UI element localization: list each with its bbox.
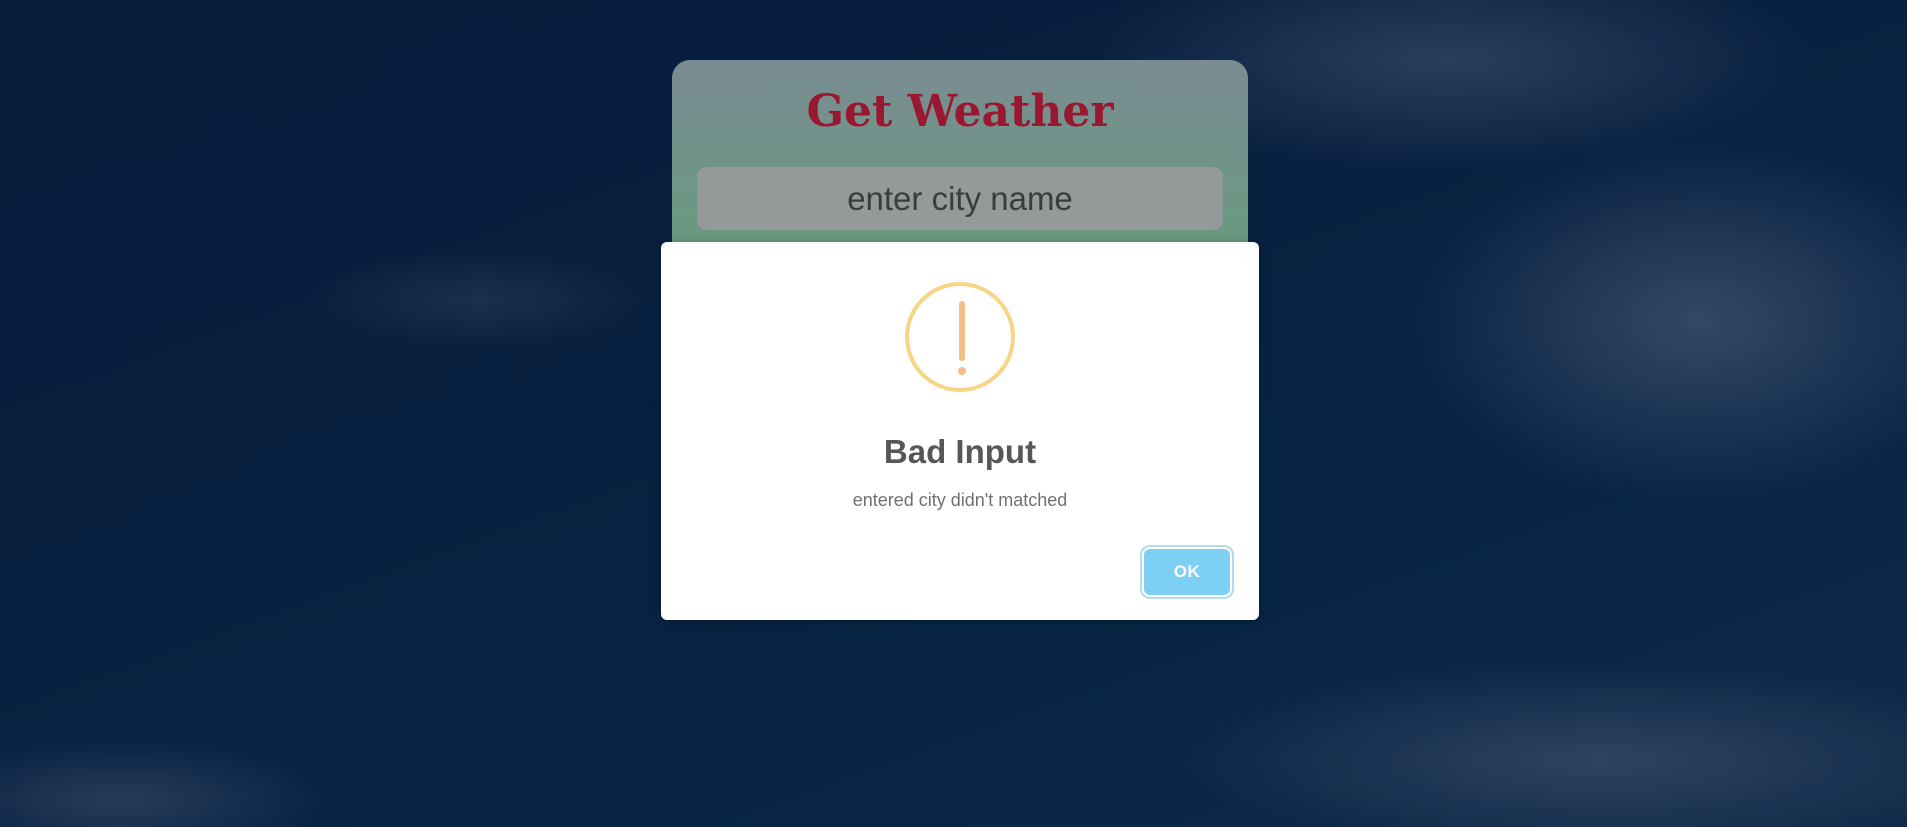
warning-exclamation-dot: [958, 367, 966, 375]
alert-dialog: Bad Input entered city didn't matched OK: [661, 242, 1259, 620]
city-search-input[interactable]: [697, 167, 1223, 230]
ok-button[interactable]: OK: [1144, 549, 1230, 595]
alert-message: entered city didn't matched: [852, 490, 1068, 510]
warning-icon: [905, 282, 1015, 392]
warning-exclamation-bar: [959, 301, 965, 361]
alert-title: Bad Input: [883, 433, 1037, 470]
page-title: Get Weather: [806, 86, 1114, 137]
